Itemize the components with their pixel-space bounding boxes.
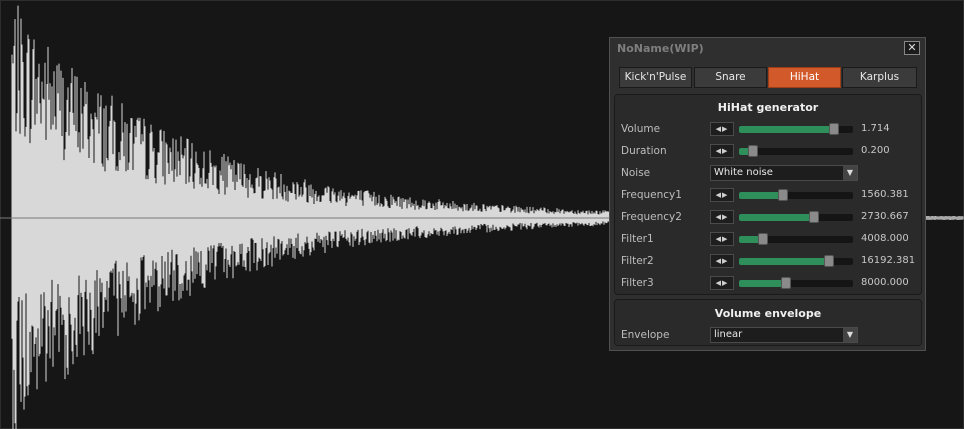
slider-fill <box>739 192 784 199</box>
param-label: Filter1 <box>621 233 654 245</box>
filter3-slider[interactable] <box>739 277 853 289</box>
param-label: Envelope <box>621 329 670 341</box>
group-title: HiHat generator <box>717 101 819 114</box>
tab-snare[interactable]: Snare <box>694 67 767 88</box>
filter2-slider[interactable] <box>739 255 853 267</box>
slider-knob[interactable] <box>828 123 839 135</box>
slider-knob[interactable] <box>757 233 768 245</box>
hihat-generator-group: HiHat generator Volume ◀▶ 1.714 Duration… <box>614 94 922 295</box>
param-value: 4008.000 <box>861 233 909 244</box>
param-value: 0.200 <box>861 145 890 156</box>
slider-fill <box>739 214 815 221</box>
value-stepper[interactable]: ◀▶ <box>710 276 734 290</box>
group-title: Volume envelope <box>714 307 822 320</box>
param-label: Duration <box>621 145 667 157</box>
slider-fill <box>739 258 830 265</box>
param-row-volume: Volume ◀▶ 1.714 <box>615 119 921 141</box>
slider-fill <box>739 280 786 287</box>
slider-knob[interactable] <box>809 211 820 223</box>
frequency1-slider[interactable] <box>739 189 853 201</box>
close-button[interactable]: ✕ <box>904 41 920 55</box>
param-label: Volume <box>621 123 661 135</box>
param-label: Frequency2 <box>621 211 682 223</box>
value-stepper[interactable]: ◀▶ <box>710 232 734 246</box>
tab-hihat[interactable]: HiHat <box>768 67 841 88</box>
param-row-filter2: Filter2 ◀▶ 16192.381 <box>615 251 921 273</box>
noise-select[interactable]: White noise ▼ <box>710 165 858 181</box>
volume-slider[interactable] <box>739 123 853 135</box>
tab-kick-n-pulse[interactable]: Kick'n'Pulse <box>619 67 692 88</box>
synth-panel: NoName(WIP) ✕ Kick'n'Pulse Snare HiHat K… <box>609 37 926 351</box>
window-titlebar[interactable]: NoName(WIP) ✕ <box>610 38 925 60</box>
chevron-down-icon: ▼ <box>843 328 857 342</box>
param-row-filter3: Filter3 ◀▶ 8000.000 <box>615 273 921 295</box>
tab-label: Karplus <box>859 71 900 83</box>
value-stepper[interactable]: ◀▶ <box>710 210 734 224</box>
tab-karplus[interactable]: Karplus <box>842 67 917 88</box>
value-stepper[interactable]: ◀▶ <box>710 254 734 268</box>
value-stepper[interactable]: ◀▶ <box>710 188 734 202</box>
param-value: 16192.381 <box>861 255 916 266</box>
value-stepper[interactable]: ◀▶ <box>710 144 734 158</box>
chevron-down-icon: ▼ <box>843 166 857 180</box>
noise-select-value: White noise <box>714 167 773 178</box>
volume-envelope-group: Volume envelope Envelope linear ▼ <box>614 299 922 346</box>
param-label: Filter2 <box>621 255 654 267</box>
frequency2-slider[interactable] <box>739 211 853 223</box>
window-title: NoName(WIP) <box>617 42 704 55</box>
param-label: Filter3 <box>621 277 654 289</box>
param-row-duration: Duration ◀▶ 0.200 <box>615 141 921 163</box>
envelope-select-value: linear <box>714 329 743 340</box>
filter1-slider[interactable] <box>739 233 853 245</box>
param-value: 8000.000 <box>861 277 909 288</box>
param-row-filter1: Filter1 ◀▶ 4008.000 <box>615 229 921 251</box>
param-row-frequency2: Frequency2 ◀▶ 2730.667 <box>615 207 921 229</box>
param-value: 1560.381 <box>861 189 909 200</box>
param-label: Noise <box>621 167 651 179</box>
tab-label: Snare <box>715 71 746 83</box>
param-row-envelope: Envelope linear ▼ <box>615 325 921 347</box>
envelope-select[interactable]: linear ▼ <box>710 327 858 343</box>
param-value: 2730.667 <box>861 211 909 222</box>
slider-knob[interactable] <box>747 145 758 157</box>
tab-label: HiHat <box>789 71 820 83</box>
tab-label: Kick'n'Pulse <box>624 71 687 83</box>
slider-knob[interactable] <box>824 255 835 267</box>
slider-knob[interactable] <box>780 277 791 289</box>
value-stepper[interactable]: ◀▶ <box>710 122 734 136</box>
param-row-noise: Noise White noise ▼ <box>615 163 921 185</box>
slider-knob[interactable] <box>778 189 789 201</box>
param-value: 1.714 <box>861 123 890 134</box>
param-row-frequency1: Frequency1 ◀▶ 1560.381 <box>615 185 921 207</box>
slider-fill <box>739 126 834 133</box>
param-label: Frequency1 <box>621 189 682 201</box>
close-icon: ✕ <box>907 41 917 54</box>
duration-slider[interactable] <box>739 145 853 157</box>
